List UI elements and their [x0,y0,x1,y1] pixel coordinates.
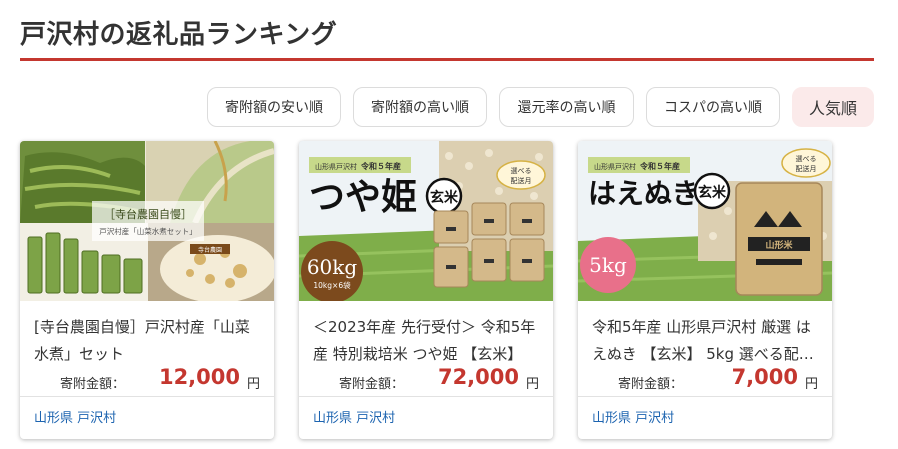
origin-text: 山形県戸沢村 [594,162,636,171]
sort-donation-high-button[interactable]: 寄附額の高い順 [353,87,487,127]
image-banner-subtext: 戸沢村産「山菜水煮セット」 [99,226,197,236]
sort-popularity-button[interactable]: 人気順 [792,87,874,127]
kind-badge: 玄米 [698,184,727,201]
price-value: 12,000 [158,365,240,389]
product-image[interactable]: 山形県戸沢村 令和５年産 はえぬき 玄米 選べる 配送月 山形米 5kg [578,141,832,301]
price-label: 寄附金額： [60,377,126,392]
card-divider [20,396,274,397]
image-tag-text: 寺台農園 [198,246,222,254]
pick-badge-line2: 配送月 [511,176,532,185]
product-title[interactable]: 令和5年産 山形県戸沢村 厳選 はえぬき 【玄米】 5kg 選べる配送月 [592,314,822,368]
price-value: 72,000 [437,365,519,389]
image-banner-text: ［寺台農園自慢］ [104,207,192,221]
card-divider [299,396,553,397]
sort-bar: 寄附額の安い順 寄附額の高い順 還元率の高い順 コスパの高い順 人気順 [0,87,898,127]
product-image[interactable]: ［寺台農園自慢］ 戸沢村産「山菜水煮セット」 寺台農園 [20,141,274,301]
year-text: 令和５年産 [639,161,680,171]
price-unit: 円 [525,377,539,392]
sort-return-rate-button[interactable]: 還元率の高い順 [499,87,634,127]
kind-badge: 玄米 [430,189,459,206]
region-link[interactable]: 山形県 戸沢村 [313,407,395,426]
product-card[interactable]: 山形県戸沢村 令和５年産 つや姫 玄米 選べる 配送月 60kg 10kg×6袋 [299,141,553,439]
price-row: 寄附金額： 7,000 円 [578,365,832,395]
price-row: 寄附金額： 72,000 円 [299,365,553,395]
pick-badge-line2: 配送月 [796,164,817,173]
region-link[interactable]: 山形県 戸沢村 [34,407,116,426]
year-text: 令和５年産 [360,161,401,171]
weight-detail: 10kg×6袋 [313,280,351,290]
weight-badge: 5kg [589,253,627,277]
product-image[interactable]: 山形県戸沢村 令和５年産 つや姫 玄米 選べる 配送月 60kg 10kg×6袋 [299,141,553,301]
price-unit: 円 [246,377,260,392]
brand-text: はえぬき [588,177,699,210]
price-row: 寄附金額： 12,000 円 [20,365,274,395]
pick-badge-line1: 選べる [511,166,532,175]
product-card[interactable]: ［寺台農園自慢］ 戸沢村産「山菜水煮セット」 寺台農園 [寺台農園自慢］戸沢村産… [20,141,274,439]
heading-divider [20,58,874,61]
card-divider [578,396,832,397]
region-link[interactable]: 山形県 戸沢村 [592,407,674,426]
pick-badge-line1: 選べる [796,154,817,163]
sort-cost-performance-button[interactable]: コスパの高い順 [646,87,780,127]
product-title[interactable]: ＜2023年産 先行受付＞ 令和5年産 特別栽培米 つや姫 【玄米】 [313,314,543,368]
origin-text: 山形県戸沢村 [315,162,357,171]
price-value: 7,000 [731,365,798,389]
product-card[interactable]: 山形県戸沢村 令和５年産 はえぬき 玄米 選べる 配送月 山形米 5kg 令和5… [578,141,832,439]
page-title: 戸沢村の返礼品ランキング [20,20,338,50]
brand-text: つや姫 [309,176,417,218]
price-unit: 円 [804,377,818,392]
price-label: 寄附金額： [339,377,405,392]
bag-logo: 山形米 [765,239,793,251]
sort-donation-low-button[interactable]: 寄附額の安い順 [207,87,341,127]
price-label: 寄附金額： [618,377,684,392]
product-title[interactable]: [寺台農園自慢］戸沢村産「山菜水煮」セット [34,314,264,368]
weight-badge: 60kg [307,255,358,279]
